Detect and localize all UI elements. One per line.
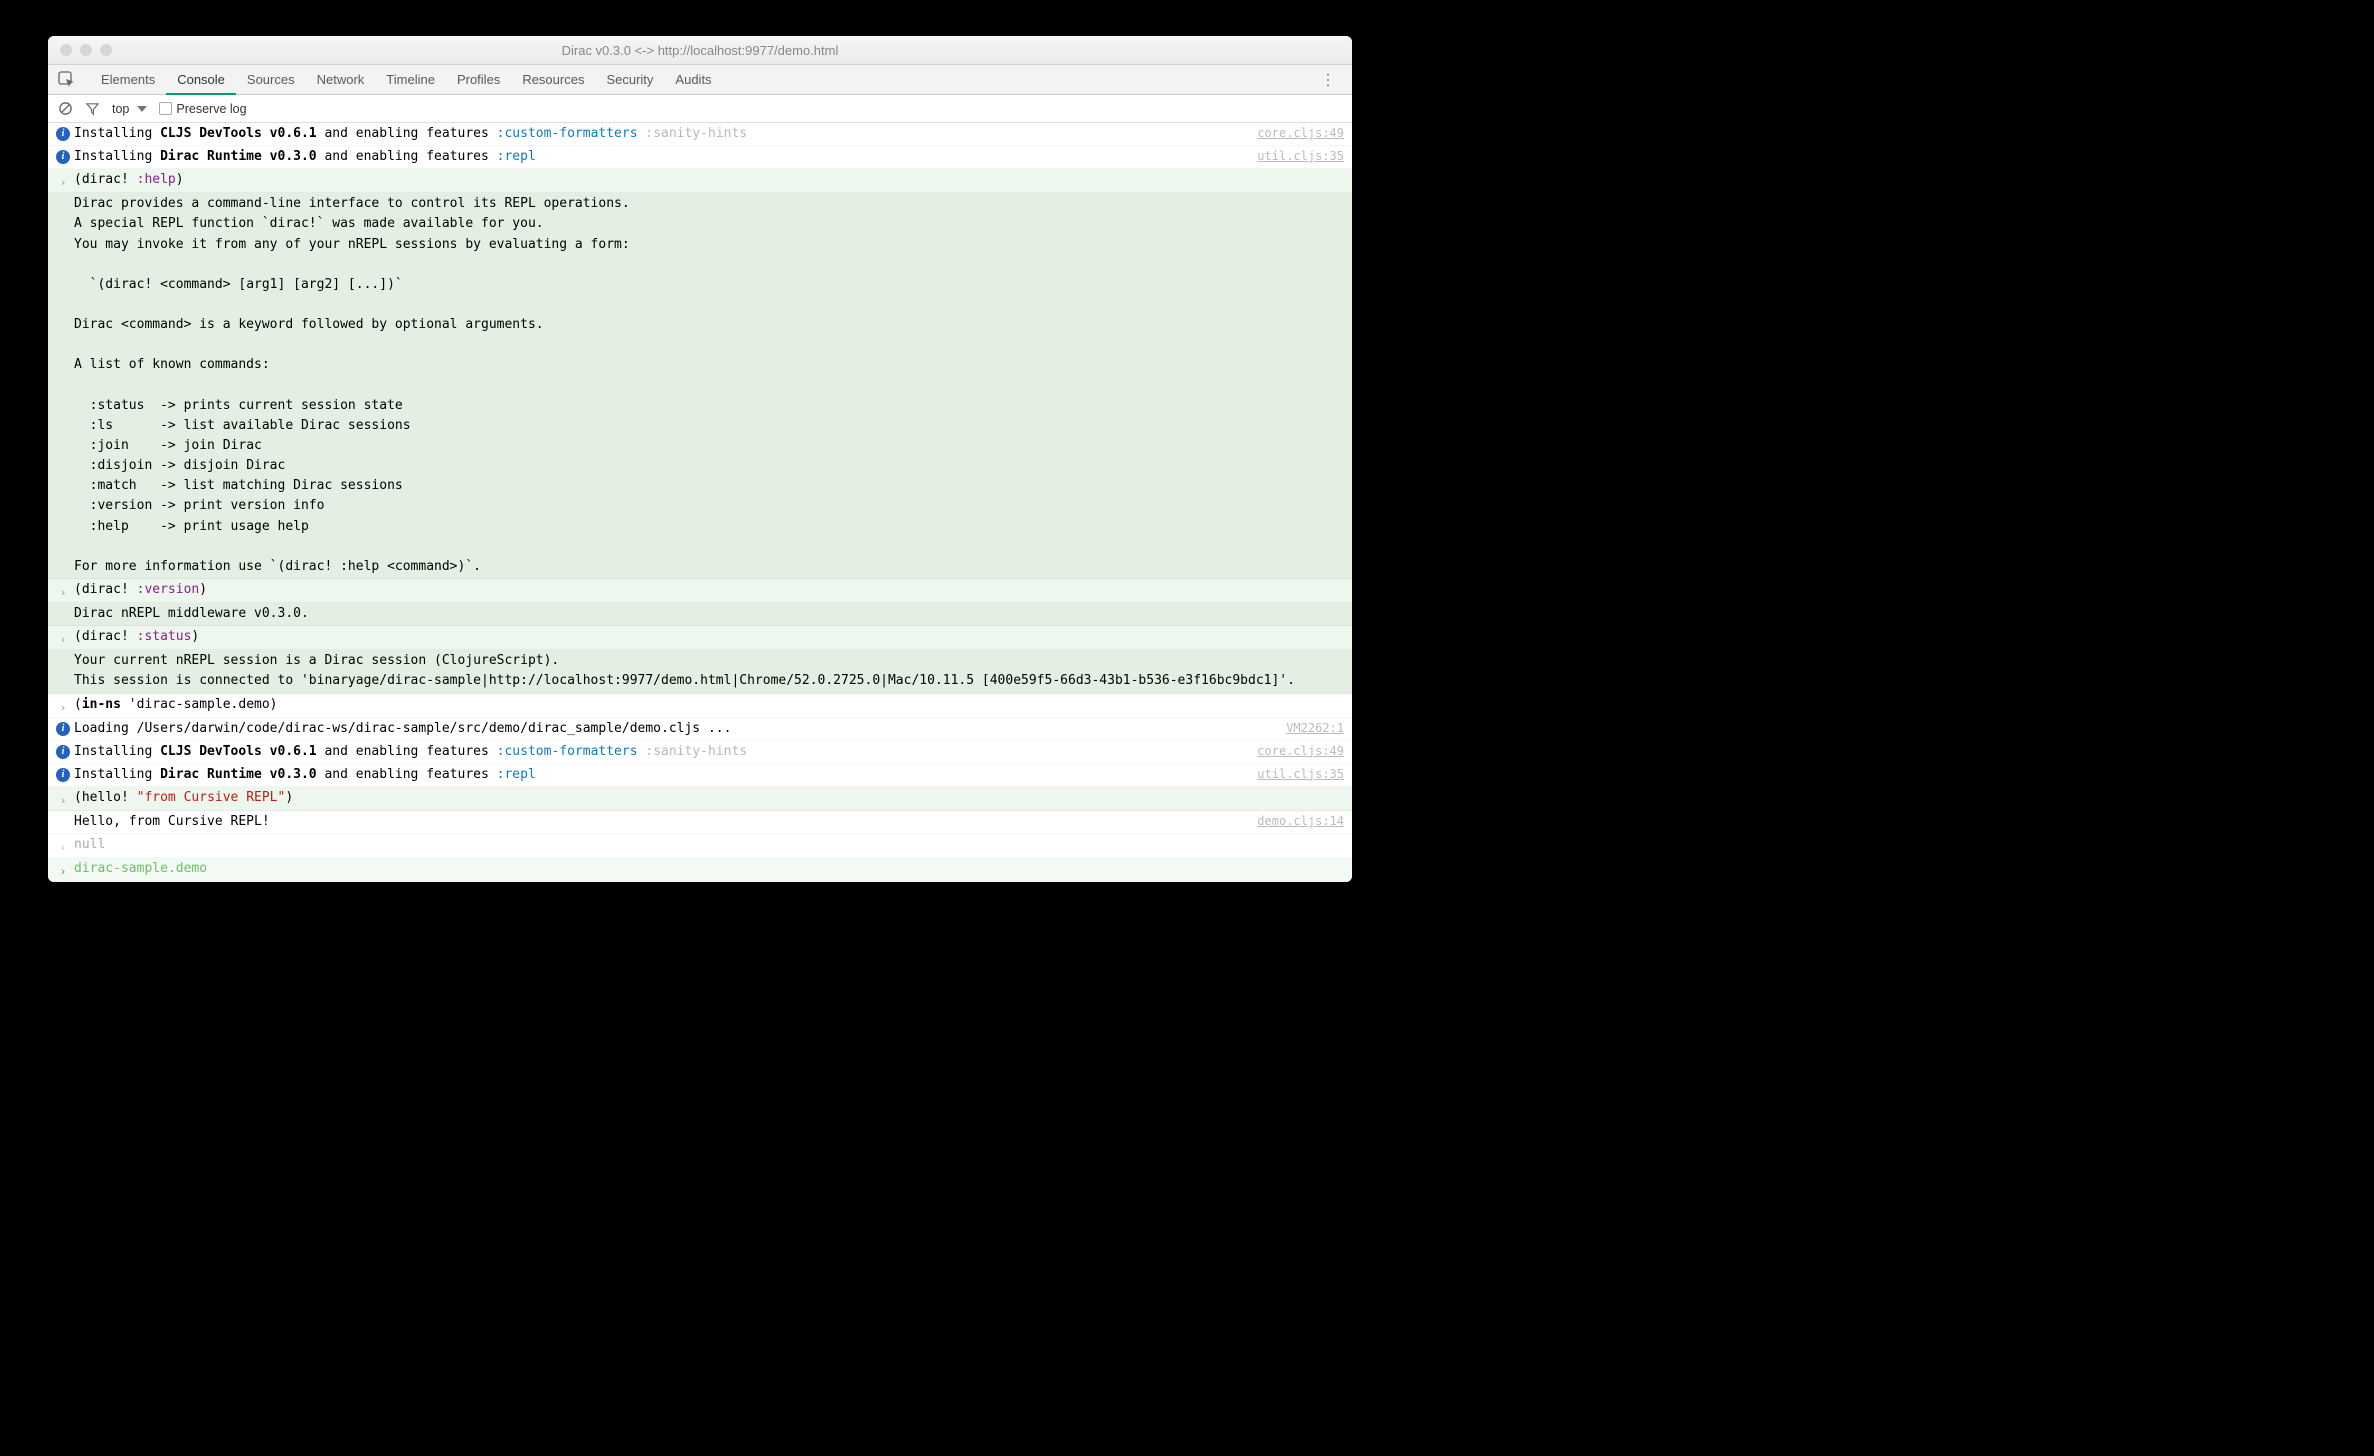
- return-arrow-icon: ‹: [60, 838, 67, 856]
- source-link[interactable]: core.cljs:49: [1247, 742, 1344, 761]
- console-row: iInstalling CLJS DevTools v0.6.1 and ena…: [48, 123, 1352, 146]
- console-row: › dirac-sample.demo: [48, 858, 1352, 882]
- console-row: Hello, from Cursive REPL!demo.cljs:14: [48, 811, 1352, 834]
- source-link[interactable]: util.cljs:35: [1247, 765, 1344, 784]
- console-output: iInstalling CLJS DevTools v0.6.1 and ena…: [48, 123, 1352, 882]
- source-link[interactable]: demo.cljs:14: [1247, 812, 1344, 831]
- minimize-light[interactable]: [80, 44, 92, 56]
- tab-sources[interactable]: Sources: [236, 65, 306, 95]
- console-row: ›(dirac! :version): [48, 579, 1352, 603]
- tab-audits[interactable]: Audits: [664, 65, 722, 95]
- context-label: top: [112, 102, 129, 116]
- tabs-bar: Elements Console Sources Network Timelin…: [48, 65, 1352, 95]
- inspect-icon[interactable]: [58, 71, 76, 89]
- input-arrow-icon: ›: [60, 173, 67, 191]
- console-toolbar: top Preserve log: [48, 95, 1352, 123]
- console-row: iInstalling Dirac Runtime v0.3.0 and ena…: [48, 764, 1352, 787]
- info-icon: i: [56, 768, 70, 782]
- tab-profiles[interactable]: Profiles: [446, 65, 511, 95]
- chevron-down-icon: [137, 106, 147, 112]
- tab-elements[interactable]: Elements: [90, 65, 166, 95]
- context-selector[interactable]: top: [112, 102, 147, 116]
- console-row: iInstalling CLJS DevTools v0.6.1 and ena…: [48, 741, 1352, 764]
- preserve-log-checkbox[interactable]: [159, 102, 172, 115]
- window-title: Dirac v0.3.0 <-> http://localhost:9977/d…: [48, 43, 1352, 58]
- console-row: Dirac provides a command-line interface …: [48, 193, 1352, 579]
- devtools-window: Dirac v0.3.0 <-> http://localhost:9977/d…: [48, 36, 1352, 882]
- console-row: iInstalling Dirac Runtime v0.3.0 and ena…: [48, 146, 1352, 169]
- input-arrow-icon: ›: [60, 791, 67, 809]
- close-light[interactable]: [60, 44, 72, 56]
- filter-icon[interactable]: [85, 101, 100, 116]
- tab-resources[interactable]: Resources: [511, 65, 595, 95]
- console-row: Dirac nREPL middleware v0.3.0.: [48, 603, 1352, 626]
- kebab-menu-icon[interactable]: ⋮: [1314, 70, 1342, 90]
- preserve-log-label: Preserve log: [176, 102, 246, 116]
- repl-prompt[interactable]: dirac-sample.demo: [72, 859, 1344, 879]
- info-icon: i: [56, 127, 70, 141]
- source-link[interactable]: core.cljs:49: [1247, 124, 1344, 143]
- info-icon: i: [56, 745, 70, 759]
- source-link[interactable]: VM2262:1: [1276, 719, 1344, 738]
- console-row: iLoading /Users/darwin/code/dirac-ws/dir…: [48, 718, 1352, 741]
- prompt-arrow-icon: ›: [60, 862, 67, 880]
- tab-security[interactable]: Security: [595, 65, 664, 95]
- zoom-light[interactable]: [100, 44, 112, 56]
- console-row: ›(dirac! :help): [48, 169, 1352, 193]
- input-arrow-icon: ›: [60, 583, 67, 601]
- console-row: ›(dirac! :status): [48, 626, 1352, 650]
- console-row: ›(hello! "from Cursive REPL"): [48, 787, 1352, 811]
- input-arrow-icon: ›: [60, 630, 67, 648]
- input-arrow-icon: ›: [60, 698, 67, 716]
- tab-timeline[interactable]: Timeline: [375, 65, 446, 95]
- titlebar: Dirac v0.3.0 <-> http://localhost:9977/d…: [48, 36, 1352, 65]
- info-icon: i: [56, 722, 70, 736]
- clear-console-icon[interactable]: [58, 101, 73, 116]
- info-icon: i: [56, 150, 70, 164]
- source-link[interactable]: util.cljs:35: [1247, 147, 1344, 166]
- console-row: Your current nREPL session is a Dirac se…: [48, 650, 1352, 693]
- preserve-log-toggle[interactable]: Preserve log: [159, 102, 246, 116]
- console-row: ‹null: [48, 834, 1352, 858]
- tab-network[interactable]: Network: [306, 65, 376, 95]
- traffic-lights: [48, 44, 112, 56]
- console-row: ›(in-ns 'dirac-sample.demo): [48, 694, 1352, 718]
- tab-console[interactable]: Console: [166, 65, 236, 95]
